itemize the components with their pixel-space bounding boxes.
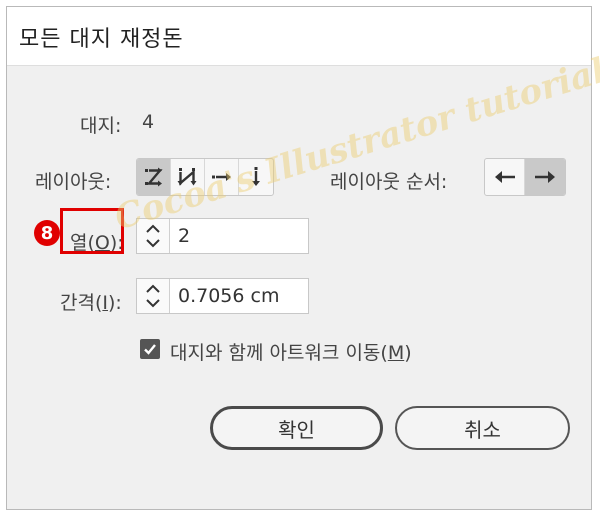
stepper-up-down-icon <box>146 224 160 248</box>
spacing-stepper[interactable]: 0.7056 cm <box>136 278 309 314</box>
arrow-right-icon <box>535 171 555 183</box>
columns-value[interactable]: 2 <box>170 219 190 253</box>
layout-row-button[interactable] <box>205 159 239 195</box>
cancel-button[interactable]: 취소 <box>395 406 570 450</box>
layout-order-button-group <box>484 158 566 196</box>
move-artwork-label-suffix: ) <box>404 342 412 364</box>
columns-stepper-arrows[interactable] <box>137 219 170 253</box>
annotation-highlight-box <box>60 208 124 254</box>
layout-order-label: 레이아웃 순서: <box>330 171 448 193</box>
layout-label: 레이아웃: <box>35 171 112 193</box>
checkmark-icon <box>144 344 156 355</box>
move-artwork-checkbox[interactable] <box>140 339 160 359</box>
spacing-label: 간격(I): <box>60 288 122 315</box>
dialog-titlebar: 모든 대지 재정돈 <box>7 7 591 66</box>
artboards-count: 4 <box>142 111 155 133</box>
spacing-label-suffix: ): <box>107 292 122 314</box>
arrange-by-row-icon <box>211 173 231 181</box>
columns-stepper[interactable]: 2 <box>136 218 309 254</box>
layout-order-left-to-right-button[interactable] <box>485 159 525 195</box>
stepper-up-down-icon <box>146 284 160 308</box>
annotation-step-badge: 8 <box>34 220 60 246</box>
layout-grid-by-column-button[interactable] <box>171 159 205 195</box>
grid-by-column-icon <box>177 168 196 186</box>
layout-column-button[interactable] <box>239 159 273 195</box>
grid-by-row-icon <box>144 167 163 187</box>
layout-button-group <box>136 158 274 196</box>
move-artwork-label-prefix: 대지와 함께 아트워크 이동( <box>170 342 388 364</box>
spacing-label-prefix: 간격( <box>60 292 103 314</box>
spacing-stepper-arrows[interactable] <box>137 279 170 313</box>
artboards-label: 대지: <box>80 115 122 137</box>
arrow-left-icon <box>494 171 515 183</box>
move-artwork-label-key: M <box>387 342 405 364</box>
spacing-value[interactable]: 0.7056 cm <box>170 279 279 313</box>
move-artwork-label[interactable]: 대지와 함께 아트워크 이동(M) <box>170 338 412 365</box>
ok-button[interactable]: 확인 <box>210 406 383 450</box>
layout-grid-by-row-button[interactable] <box>137 159 171 195</box>
arrange-by-column-icon <box>252 167 260 186</box>
dialog-title: 모든 대지 재정돈 <box>19 27 184 52</box>
layout-order-right-to-left-button[interactable] <box>525 159 565 195</box>
